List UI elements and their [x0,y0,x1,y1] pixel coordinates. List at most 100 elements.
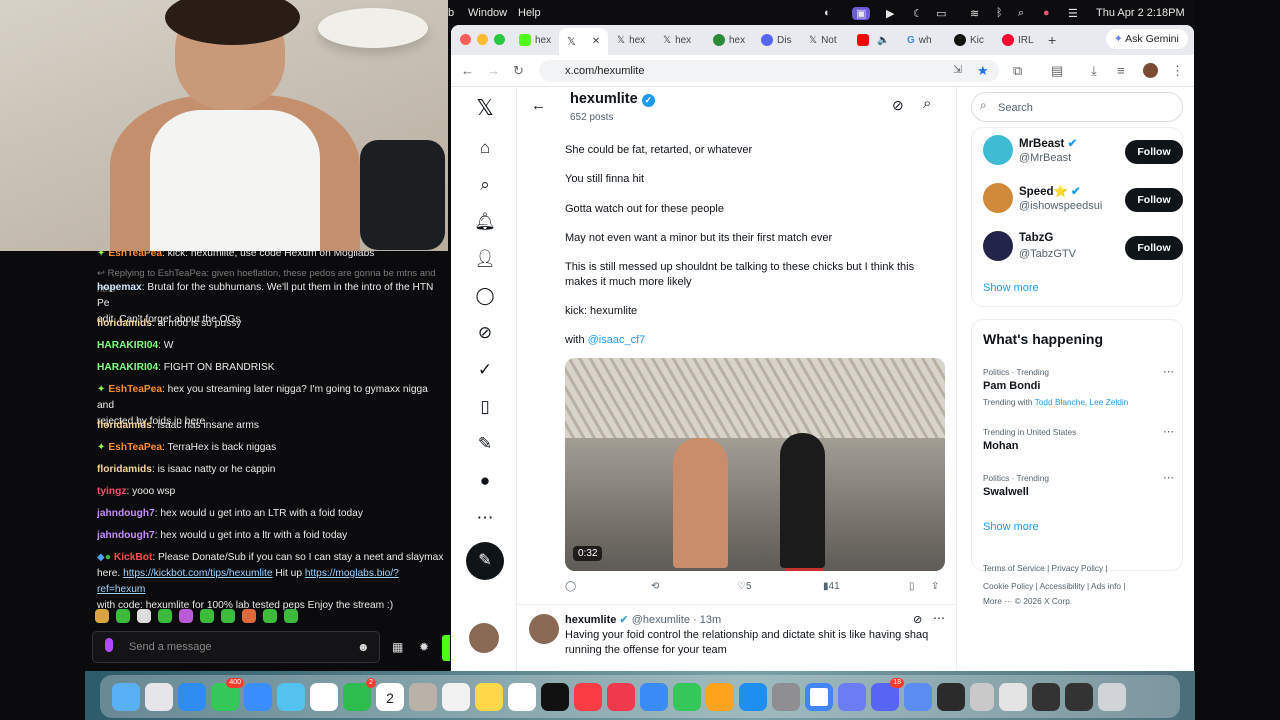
speed-avatar[interactable] [983,183,1013,213]
footer-copyright[interactable]: More ··· © 2026 X Corp. [983,596,1072,606]
grok-icon[interactable]: ⊘ [474,322,496,344]
messages-icon[interactable]: ◯ [474,285,496,307]
app-icon[interactable] [904,682,932,711]
profile-icon[interactable]: ● [474,470,496,492]
battery-icon[interactable]: ▭ [936,7,946,20]
back-icon[interactable]: ← [461,63,474,78]
close-tab-icon[interactable]: ✕ [592,36,600,47]
menu-window[interactable]: Window [468,7,507,19]
install-icon[interactable]: ⇲ [953,63,962,76]
tab-google[interactable]: Gwh [907,31,932,49]
close-window-button[interactable] [460,34,471,45]
emote-icon[interactable] [116,609,130,623]
reply-icon[interactable]: ◯ [565,581,576,592]
preview-icon[interactable] [838,682,866,711]
chat-input[interactable]: Send a message [92,631,380,663]
numbers-icon[interactable] [673,682,701,711]
tab-hex-3[interactable]: hex [713,31,745,49]
suggestion-name[interactable]: TabzG [1019,232,1053,244]
menu-help[interactable]: Help [518,7,541,19]
send-button[interactable] [442,635,450,661]
explore-search-icon[interactable]: ⌕ [474,174,496,196]
kickbot-tips-link[interactable]: https://kickbot.com/tips/hexumlite [123,568,272,579]
chrome-menu-icon[interactable]: ⋮ [1171,63,1184,79]
freeform-icon[interactable] [508,682,536,711]
follow-icon[interactable]: 👤︎ [474,248,496,270]
back-arrow-icon[interactable]: ← [531,97,546,114]
wifi-icon[interactable]: ≋ [970,7,979,20]
tweet-avatar[interactable] [529,614,559,644]
launchpad-icon[interactable] [145,682,173,711]
play-icon[interactable]: ▶ [886,7,894,20]
compose-post-button[interactable]: ✎ [466,542,504,580]
tweet-more-icon[interactable]: ⋯ [933,611,945,625]
sidepanel-icon[interactable]: ▤ [1051,63,1063,79]
menu-app-partial[interactable]: b [448,7,454,19]
follow-button[interactable]: Follow [1125,188,1183,212]
x-home-logo-icon[interactable]: 𝕏 [474,97,496,119]
articles-icon[interactable]: ✎ [474,433,496,455]
grok-header-icon[interactable]: ⊘ [892,97,904,114]
forward-icon[interactable]: → [487,63,500,78]
reminders-icon[interactable] [442,682,470,711]
trend-name[interactable]: Swalwell [983,486,1029,498]
news-icon[interactable] [607,682,635,711]
facetime-icon[interactable]: 2 [343,677,376,711]
verified-icon[interactable]: ✓ [474,359,496,381]
show-more-trends-link[interactable]: Show more [983,521,1039,533]
chrome-icon[interactable] [805,682,833,711]
app-store-icon[interactable] [739,682,767,711]
bookmarks-icon[interactable]: ▯ [474,396,496,418]
tweet-video[interactable]: 0:32 [565,358,945,571]
maps-icon[interactable] [277,682,305,711]
zoom-window-button[interactable] [494,34,505,45]
extensions-icon[interactable]: ⧉ [1013,63,1022,79]
safari-icon[interactable] [178,682,206,711]
tab-kick[interactable]: Kic [954,31,984,49]
settings-gear-icon[interactable]: ✹ [419,640,429,654]
store-icon[interactable]: ▦ [392,640,403,654]
emote-icon[interactable] [158,609,172,623]
more-icon[interactable]: ⋯ [474,507,496,529]
messages-icon[interactable]: 400 [211,677,244,711]
emote-icon[interactable] [221,609,235,623]
tab-x-hex-2[interactable]: 𝕏hex [663,31,691,49]
tab-kick-hex[interactable]: hex [519,31,551,49]
pages-icon[interactable] [706,682,734,711]
recent-window-thumbnail[interactable] [970,682,994,711]
views-button[interactable]: ▮ 41 [823,581,840,592]
notes-icon[interactable] [475,682,503,711]
grok-tweet-icon[interactable]: ⊘ [913,613,922,626]
share-icon[interactable]: ⇪ [931,581,939,592]
bookmark-star-icon[interactable]: ★ [977,63,989,79]
trend-more-icon[interactable]: ⋯ [1163,425,1174,438]
recent-window-thumbnail[interactable] [1065,682,1093,711]
footer-links[interactable]: Terms of Service | Privacy Policy | [983,563,1108,573]
account-avatar[interactable] [469,623,499,653]
spotlight-icon[interactable]: ⌕ [1018,7,1024,20]
recent-window-thumbnail[interactable] [1032,682,1060,711]
music-icon[interactable] [574,682,602,711]
tabzg-avatar[interactable] [983,231,1013,261]
bookmark-icon[interactable]: ▯ [909,581,915,592]
tab-x-active[interactable]: 𝕏 ✕ [559,28,609,55]
trend-more-icon[interactable]: ⋯ [1163,365,1174,378]
emote-icon[interactable] [95,609,109,623]
discord-icon[interactable]: 18 [871,677,904,711]
notifications-bell-icon[interactable]: 🔔︎ [474,211,496,233]
home-icon[interactable]: ⌂ [474,137,496,159]
emote-icon[interactable] [284,609,298,623]
tab-discord[interactable]: Dis [761,31,791,49]
emote-icon[interactable] [263,609,277,623]
repost-icon[interactable]: ⟲ [651,581,659,592]
trend-more-icon[interactable]: ⋯ [1163,471,1174,484]
mrbeast-avatar[interactable] [983,135,1013,165]
user-icon[interactable]: ● [1043,7,1050,19]
emote-icon[interactable] [137,609,151,623]
follow-button[interactable]: Follow [1125,140,1183,164]
moon-icon[interactable]: ☾ [913,7,923,20]
emote-icon[interactable] [200,609,214,623]
url-field[interactable]: x.com/hexumlite [539,60,999,82]
reading-list-icon[interactable]: ≡ [1117,63,1125,78]
keyboard-window-thumbnail[interactable] [999,682,1027,711]
